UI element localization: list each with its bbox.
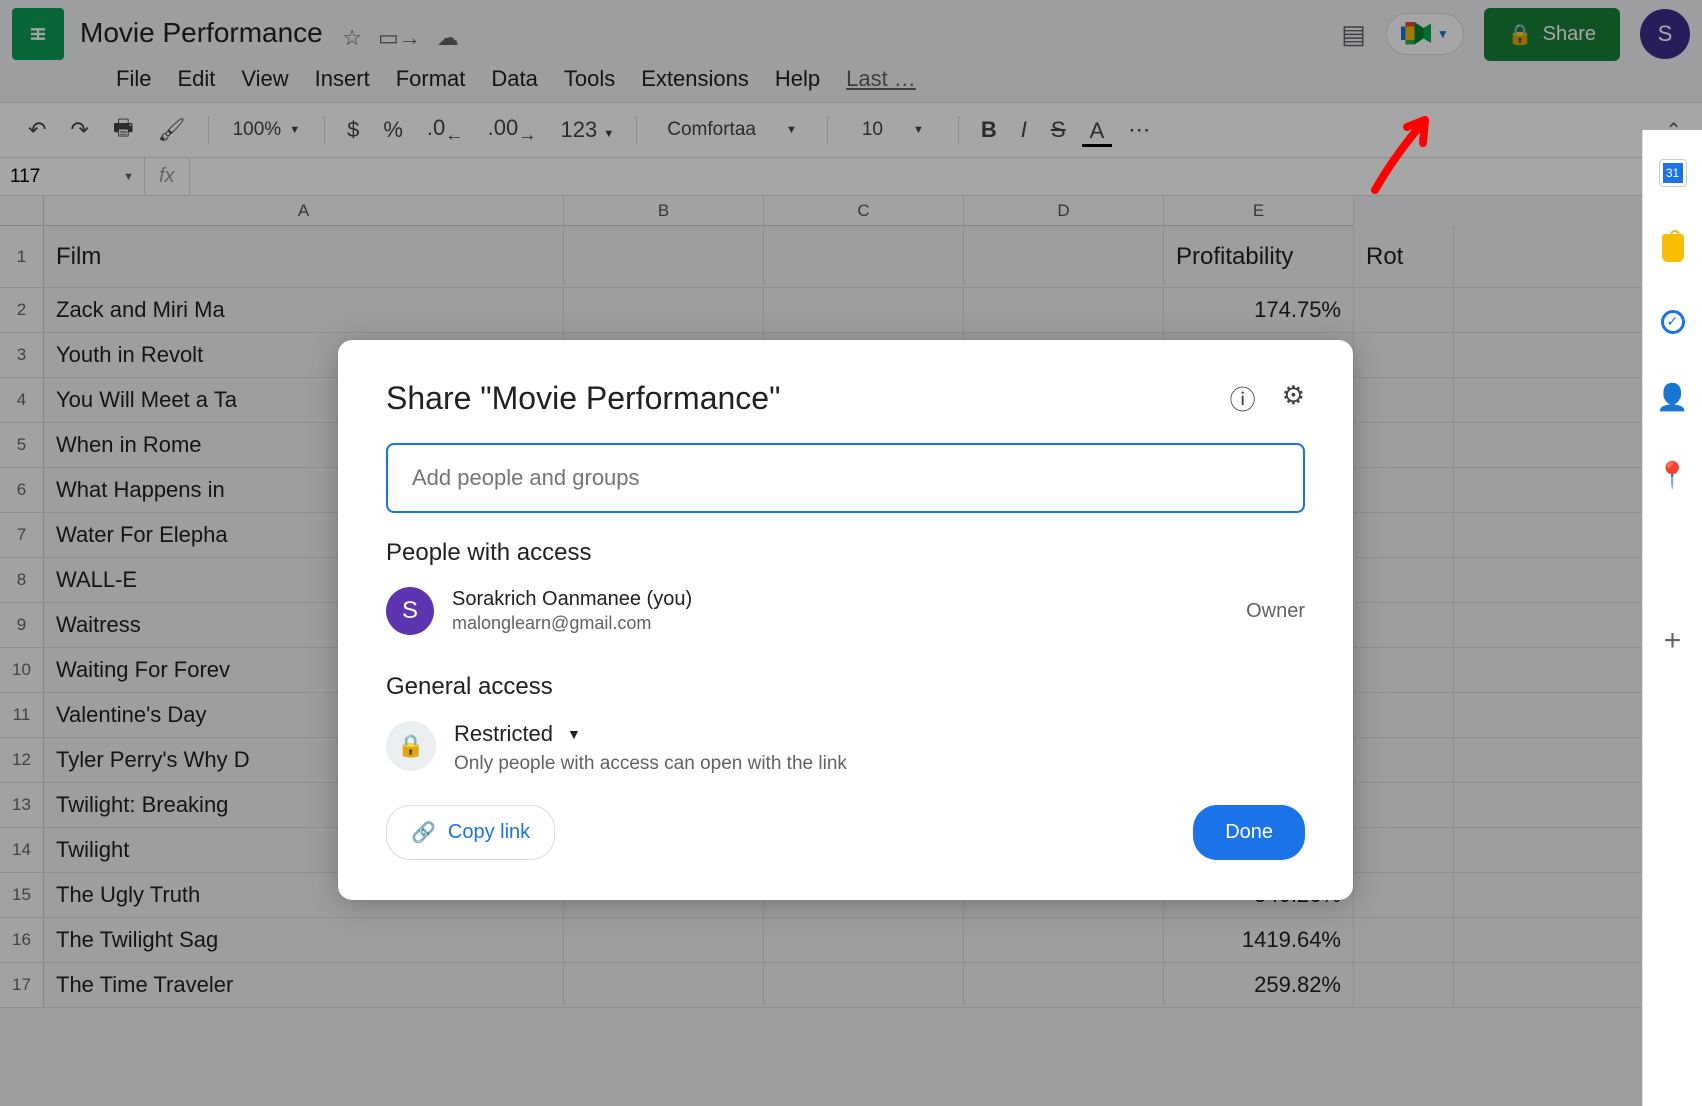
- done-button[interactable]: Done: [1193, 805, 1305, 860]
- people-access-heading: People with access: [386, 539, 1305, 567]
- share-dialog: Share "Movie Performance" ⓘ ⚙ People wit…: [338, 340, 1353, 900]
- gear-icon[interactable]: ⚙: [1282, 380, 1305, 417]
- help-icon[interactable]: ⓘ: [1230, 380, 1256, 417]
- lock-icon: 🔒: [386, 721, 436, 771]
- calendar-icon[interactable]: 31: [1660, 160, 1686, 186]
- keep-icon[interactable]: [1662, 234, 1684, 262]
- access-mode-select[interactable]: Restricted▼: [454, 721, 1305, 747]
- copy-link-button[interactable]: 🔗 Copy link: [386, 805, 555, 860]
- contacts-icon[interactable]: 👤: [1658, 382, 1688, 412]
- person-row: S Sorakrich Oanmanee (you) malonglearn@g…: [386, 587, 1305, 635]
- person-name: Sorakrich Oanmanee (you): [452, 588, 1228, 611]
- general-access-heading: General access: [386, 673, 1305, 701]
- person-avatar: S: [386, 587, 434, 635]
- person-role: Owner: [1246, 600, 1305, 623]
- tasks-icon[interactable]: [1661, 310, 1685, 334]
- dialog-title: Share "Movie Performance": [386, 380, 1230, 417]
- maps-icon[interactable]: 📍: [1658, 460, 1688, 490]
- add-people-input[interactable]: [386, 443, 1305, 513]
- person-email: malonglearn@gmail.com: [452, 613, 1228, 634]
- side-panel: 31 👤 📍 +: [1642, 130, 1702, 1106]
- add-icon[interactable]: +: [1658, 626, 1688, 656]
- link-icon: 🔗: [411, 820, 436, 845]
- access-description: Only people with access can open with th…: [454, 753, 1305, 775]
